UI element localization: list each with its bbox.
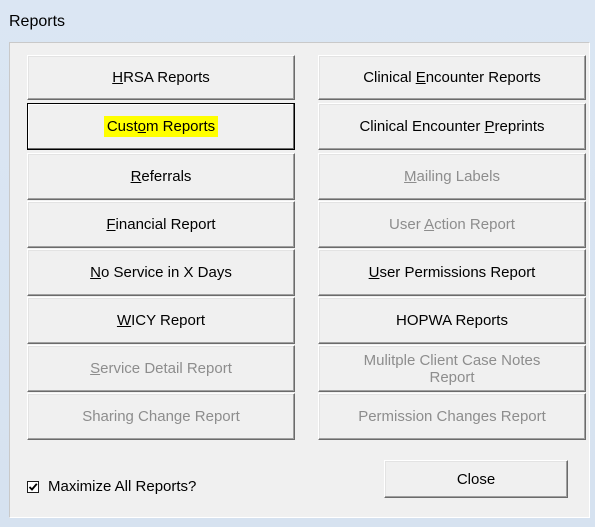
- sharing-change-report-button[interactable]: Sharing Change Report: [27, 393, 295, 440]
- maximize-checkbox[interactable]: [27, 480, 39, 493]
- checkmark-icon: [28, 482, 38, 491]
- no-service-button[interactable]: No Service in X Days: [27, 249, 295, 296]
- user-permissions-report-label: User Permissions Report: [368, 264, 536, 281]
- service-detail-report-button[interactable]: Service Detail Report: [27, 345, 295, 392]
- sharing-change-report-label: Sharing Change Report: [82, 408, 240, 425]
- mailing-labels-button[interactable]: Mailing Labels: [318, 153, 586, 200]
- hrsa-reports-button[interactable]: HRSA Reports: [27, 55, 295, 100]
- reports-window: Reports HRSA Reports Custom Reports Refe…: [0, 0, 595, 527]
- referrals-button[interactable]: Referrals: [27, 153, 295, 200]
- maximize-all-reports-option[interactable]: Maximize All Reports?: [27, 478, 196, 495]
- window-title: Reports: [9, 13, 66, 30]
- clinical-encounter-preprints-label: Clinical Encounter Preprints: [359, 118, 545, 135]
- referrals-label: Referrals: [130, 168, 192, 185]
- wicy-report-button[interactable]: WICY Report: [27, 297, 295, 344]
- permission-changes-report-button[interactable]: Permission Changes Report: [318, 393, 586, 440]
- multiple-notes-line1: Mulitple Client Case Notes: [363, 351, 541, 369]
- hopwa-reports-label: HOPWA Reports: [396, 312, 508, 329]
- multiple-client-case-notes-button[interactable]: Mulitple Client Case Notes Report: [318, 345, 586, 392]
- permission-changes-report-label: Permission Changes Report: [358, 408, 546, 425]
- mailing-labels-label: Mailing Labels: [404, 168, 500, 185]
- no-service-label: No Service in X Days: [90, 264, 232, 281]
- maximize-label: Maximize All Reports?: [48, 478, 197, 495]
- close-button[interactable]: Close: [384, 460, 568, 498]
- user-action-report-button[interactable]: User Action Report: [318, 201, 586, 248]
- clinical-encounter-reports-label: Clinical Encounter Reports: [363, 69, 541, 86]
- custom-reports-button[interactable]: Custom Reports: [27, 103, 295, 150]
- user-permissions-report-button[interactable]: User Permissions Report: [318, 249, 586, 296]
- hrsa-reports-label: HRSA Reports: [112, 69, 210, 86]
- financial-report-button[interactable]: Financial Report: [27, 201, 295, 248]
- user-action-report-label: User Action Report: [389, 216, 515, 233]
- multiple-notes-line2: Report: [429, 368, 475, 386]
- service-detail-report-label: Service Detail Report: [90, 360, 232, 377]
- financial-report-label: Financial Report: [106, 216, 216, 233]
- custom-reports-label: Custom Reports: [103, 116, 219, 137]
- close-label: Close: [456, 470, 496, 488]
- wicy-report-label: WICY Report: [116, 312, 206, 329]
- clinical-encounter-preprints-button[interactable]: Clinical Encounter Preprints: [318, 103, 586, 150]
- hopwa-reports-button[interactable]: HOPWA Reports: [318, 297, 586, 344]
- clinical-encounter-reports-button[interactable]: Clinical Encounter Reports: [318, 55, 586, 100]
